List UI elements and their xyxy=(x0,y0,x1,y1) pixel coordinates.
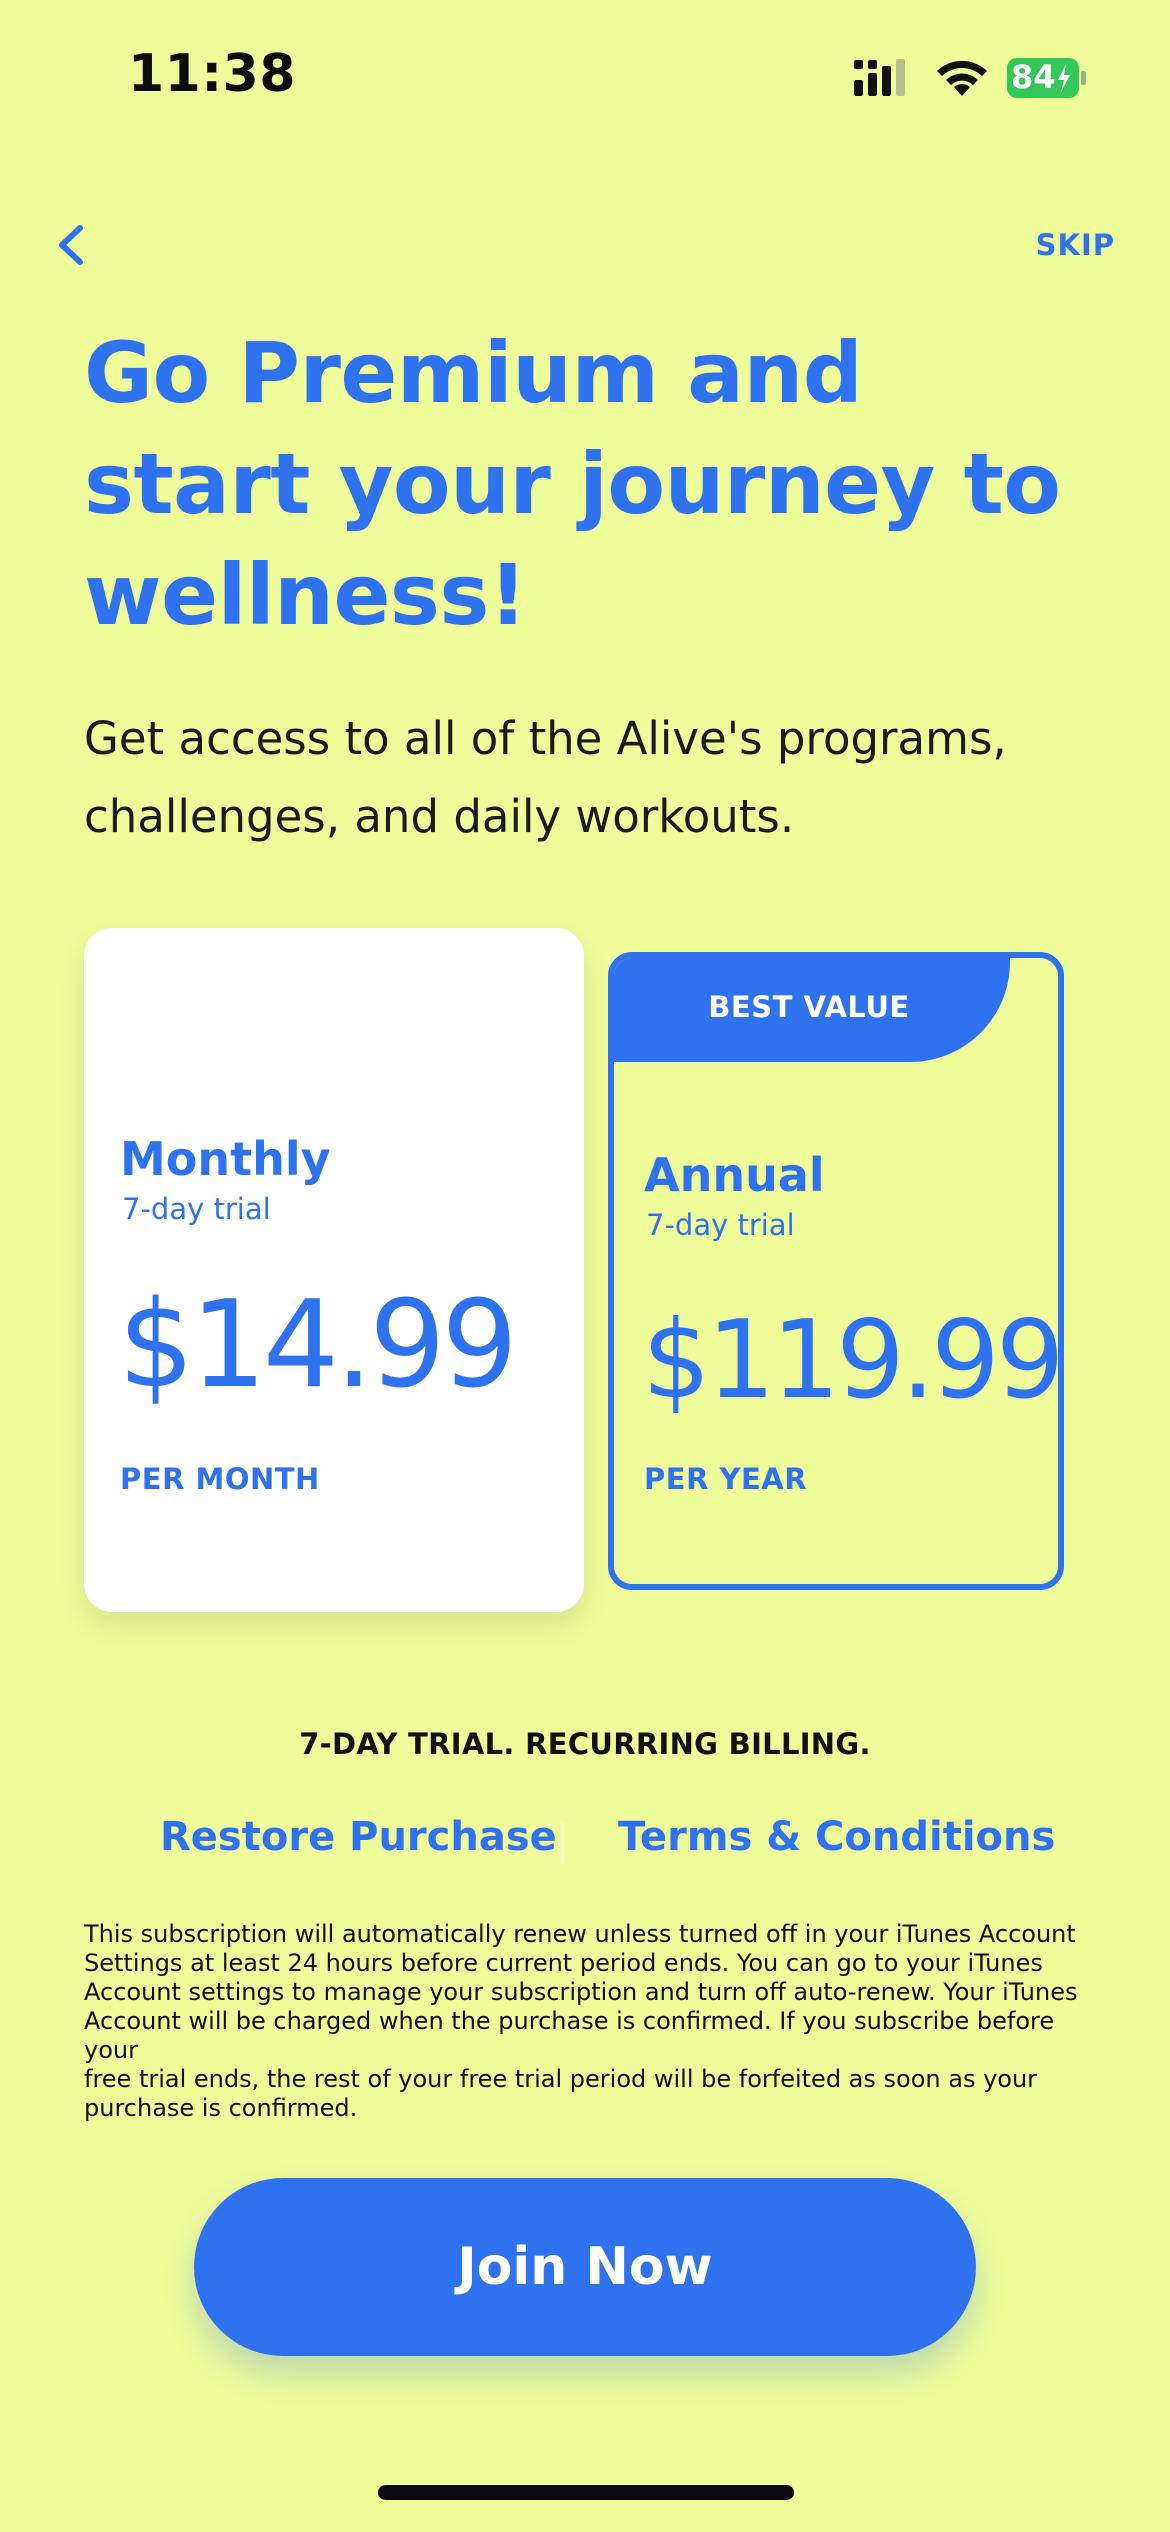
subtitle-line: challenges, and daily workouts. xyxy=(84,790,795,843)
page-title: Go Premium and start your journey to wel… xyxy=(84,318,1064,651)
back-chevron-icon[interactable] xyxy=(48,220,92,270)
plan-card-annual[interactable]: BEST VALUE Annual 7-day trial $119.99 PE… xyxy=(608,952,1064,1590)
plan-period: PER MONTH xyxy=(120,1462,320,1496)
legal-line: purchase is confirmed. xyxy=(84,2094,358,2122)
subtitle: Get access to all of the Alive's program… xyxy=(84,700,1094,856)
link-divider xyxy=(561,1822,564,1864)
legal-line: free trial ends, the rest of your free t… xyxy=(84,2065,1038,2093)
battery-level: 84 xyxy=(1011,58,1056,96)
title-line: wellness! xyxy=(84,546,527,644)
plan-period: PER YEAR xyxy=(644,1462,808,1496)
plan-price: $14.99 xyxy=(118,1276,518,1415)
terms-conditions-link[interactable]: Terms & Conditions xyxy=(618,1814,1055,1860)
restore-purchase-link[interactable]: Restore Purchase xyxy=(160,1814,557,1860)
plan-name: Monthly xyxy=(120,1132,331,1186)
billing-note: 7-DAY TRIAL. RECURRING BILLING. xyxy=(299,1727,871,1761)
plan-trial: 7-day trial xyxy=(122,1192,271,1226)
legal-line: Account settings to manage your subscrip… xyxy=(84,1978,1078,2006)
home-indicator xyxy=(378,2485,794,2500)
wifi-icon xyxy=(937,60,987,96)
signal-icon xyxy=(854,59,905,96)
join-now-button[interactable]: Join Now xyxy=(194,2178,976,2356)
plan-price: $119.99 xyxy=(642,1298,1061,1423)
subtitle-line: Get access to all of the Alive's program… xyxy=(84,712,1007,765)
plan-card-monthly[interactable]: Monthly 7-day trial $14.99 PER MONTH xyxy=(84,928,584,1612)
best-value-badge: BEST VALUE xyxy=(614,958,1010,1062)
plan-trial: 7-day trial xyxy=(646,1208,795,1242)
plan-name: Annual xyxy=(644,1148,825,1202)
title-line: start your journey to xyxy=(84,435,1061,533)
legal-line: Account will be charged when the purchas… xyxy=(84,2007,1055,2064)
skip-button[interactable]: SKIP xyxy=(1036,228,1115,262)
title-line: Go Premium and xyxy=(84,324,863,422)
legal-line: Settings at least 24 hours before curren… xyxy=(84,1949,1043,1977)
legal-text: This subscription will automatically ren… xyxy=(84,1920,1094,2123)
status-time: 11:38 xyxy=(128,44,297,104)
legal-line: This subscription will automatically ren… xyxy=(84,1920,1076,1948)
